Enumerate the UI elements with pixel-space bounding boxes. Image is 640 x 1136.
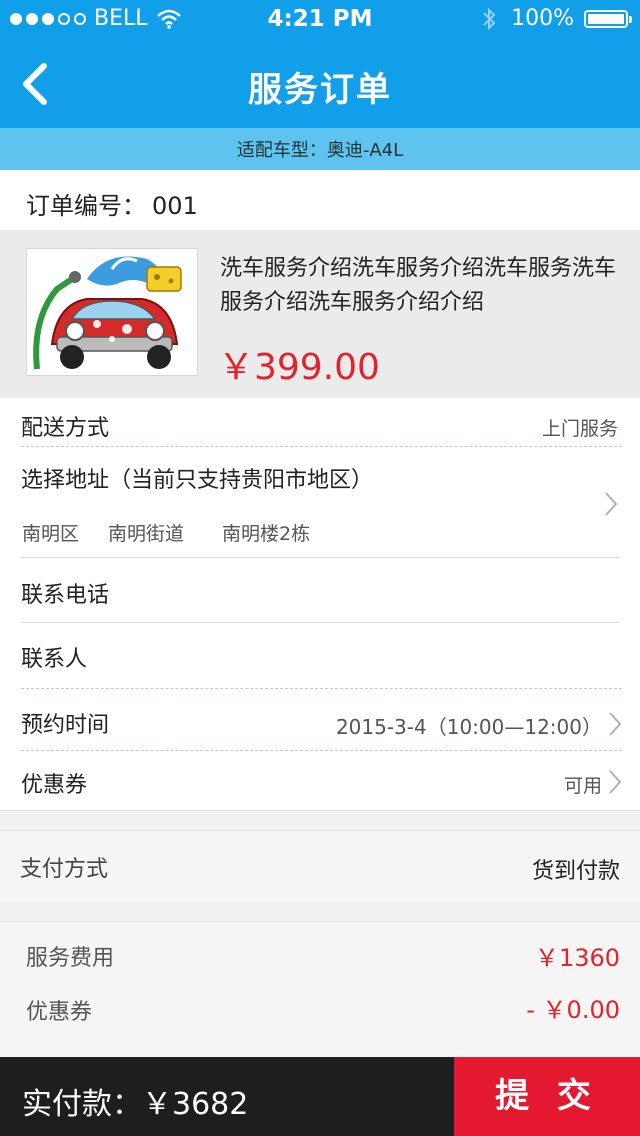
coupon-row[interactable]: 优惠券 可用 (0, 751, 640, 809)
status-bar: BELL 4:21 PM 100% (0, 0, 640, 40)
coupon-label: 优惠券 (21, 773, 88, 798)
delivery-label: 配送方式 (21, 416, 110, 441)
chevron-right-icon (605, 492, 618, 516)
bottom-bar: 实付款：￥3682 提 交 (0, 1057, 640, 1136)
bluetooth-icon (483, 7, 496, 30)
car-model-bar: 适配车型：奥迪-A4L (0, 128, 640, 170)
appointment-row[interactable]: 预约时间 2015-3-4（10:00—12:00） (0, 689, 640, 749)
service-fee-label: 服务费用 (26, 946, 115, 971)
payment-method-value: 货到付款 (531, 859, 620, 884)
contact-input[interactable] (140, 626, 620, 684)
service-fee-value: ￥1360 (534, 944, 620, 972)
divider (21, 557, 620, 558)
product-price: ￥399.00 (218, 347, 380, 388)
contact-label: 联系人 (21, 647, 88, 672)
nav-bar: 服务订单 (0, 40, 640, 128)
coupon-value: 可用 (563, 775, 602, 797)
battery-icon (584, 9, 632, 28)
coupon-fee-label: 优惠券 (26, 1000, 93, 1025)
delivery-value[interactable]: 上门服务 (542, 414, 618, 441)
order-number-value: 001 (152, 192, 198, 220)
page-title: 服务订单 (248, 70, 392, 110)
coupon-fee-value: - ￥0.00 (526, 996, 620, 1024)
section-gap (0, 901, 640, 921)
car-wash-illustration (27, 249, 197, 375)
order-number-label: 订单编号： (26, 192, 146, 220)
chevron-right-icon (609, 712, 622, 736)
address-building: 南明楼2栋 (222, 523, 311, 545)
address-street: 南明街道 (108, 523, 185, 545)
appointment-label: 预约时间 (21, 713, 110, 738)
fees-section: 服务费用 ￥1360 优惠券 - ￥0.00 (0, 921, 640, 1058)
divider (21, 622, 620, 623)
address-row[interactable]: 选择地址（当前只支持贵阳市地区） (0, 447, 640, 557)
phone-input[interactable] (140, 562, 620, 620)
appointment-value: 2015-3-4（10:00—12:00） (335, 715, 602, 739)
section-gap (0, 810, 640, 831)
chevron-right-icon (609, 770, 622, 794)
payment-method-label: 支付方式 (20, 857, 109, 882)
submit-button[interactable]: 提 交 (454, 1057, 640, 1136)
product-card[interactable]: 洗车服务介绍洗车服务介绍洗车服务洗车服务介绍洗车服务介绍介绍 ￥399.00 (0, 230, 640, 398)
status-right: 100% (481, 6, 632, 31)
phone-label: 联系电话 (21, 583, 110, 608)
product-image (26, 248, 198, 376)
battery-percent: 100% (511, 6, 574, 31)
address-label: 选择地址（当前只支持贵阳市地区） (21, 468, 374, 493)
payment-method-row[interactable]: 支付方式 货到付款 (0, 830, 640, 902)
product-description: 洗车服务介绍洗车服务介绍洗车服务洗车服务介绍洗车服务介绍介绍 (220, 256, 617, 315)
address-district: 南明区 (22, 523, 80, 545)
order-number: 订单编号： 001 (26, 186, 198, 221)
total-payment: 实付款：￥3682 (22, 1087, 249, 1122)
